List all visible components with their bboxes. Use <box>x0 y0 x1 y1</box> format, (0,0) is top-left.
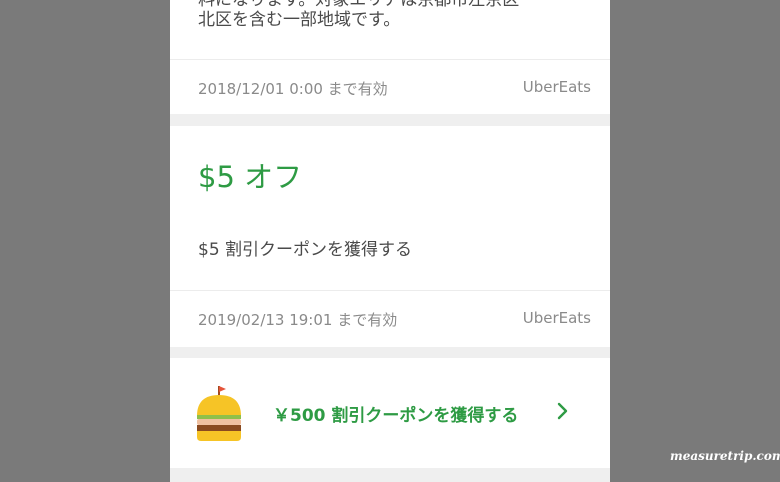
coupon-card-2[interactable]: $5 オフ $5 割引クーポンを獲得する 2019/02/13 19:01 まで… <box>170 126 610 347</box>
coupon-description-line-2: 北区を含む一部地域です。 <box>198 10 401 30</box>
chevron-right-icon[interactable] <box>551 399 575 423</box>
watermark: measuretrip.com <box>670 449 780 463</box>
coupon-list: 料になります。対象エリアは京都市左京区 北区を含む一部地域です。 2018/12… <box>170 0 610 482</box>
card-divider <box>170 290 610 291</box>
coupon-expiry: 2019/02/13 19:01 まで有効 <box>198 311 398 329</box>
coupon-description: $5 割引クーポンを獲得する <box>198 240 413 260</box>
coupon-title: $5 オフ <box>198 160 303 194</box>
card-divider <box>170 59 610 60</box>
coupon-source: UberEats <box>522 78 591 96</box>
burger-icon <box>197 386 241 441</box>
get-coupon-link[interactable]: ￥500 割引クーポンを獲得する <box>273 401 518 426</box>
coupon-card-1: 料になります。対象エリアは京都市左京区 北区を含む一部地域です。 2018/12… <box>170 0 610 114</box>
coupon-expiry: 2018/12/01 0:00 まで有効 <box>198 80 388 98</box>
coupon-source: UberEats <box>522 309 591 327</box>
